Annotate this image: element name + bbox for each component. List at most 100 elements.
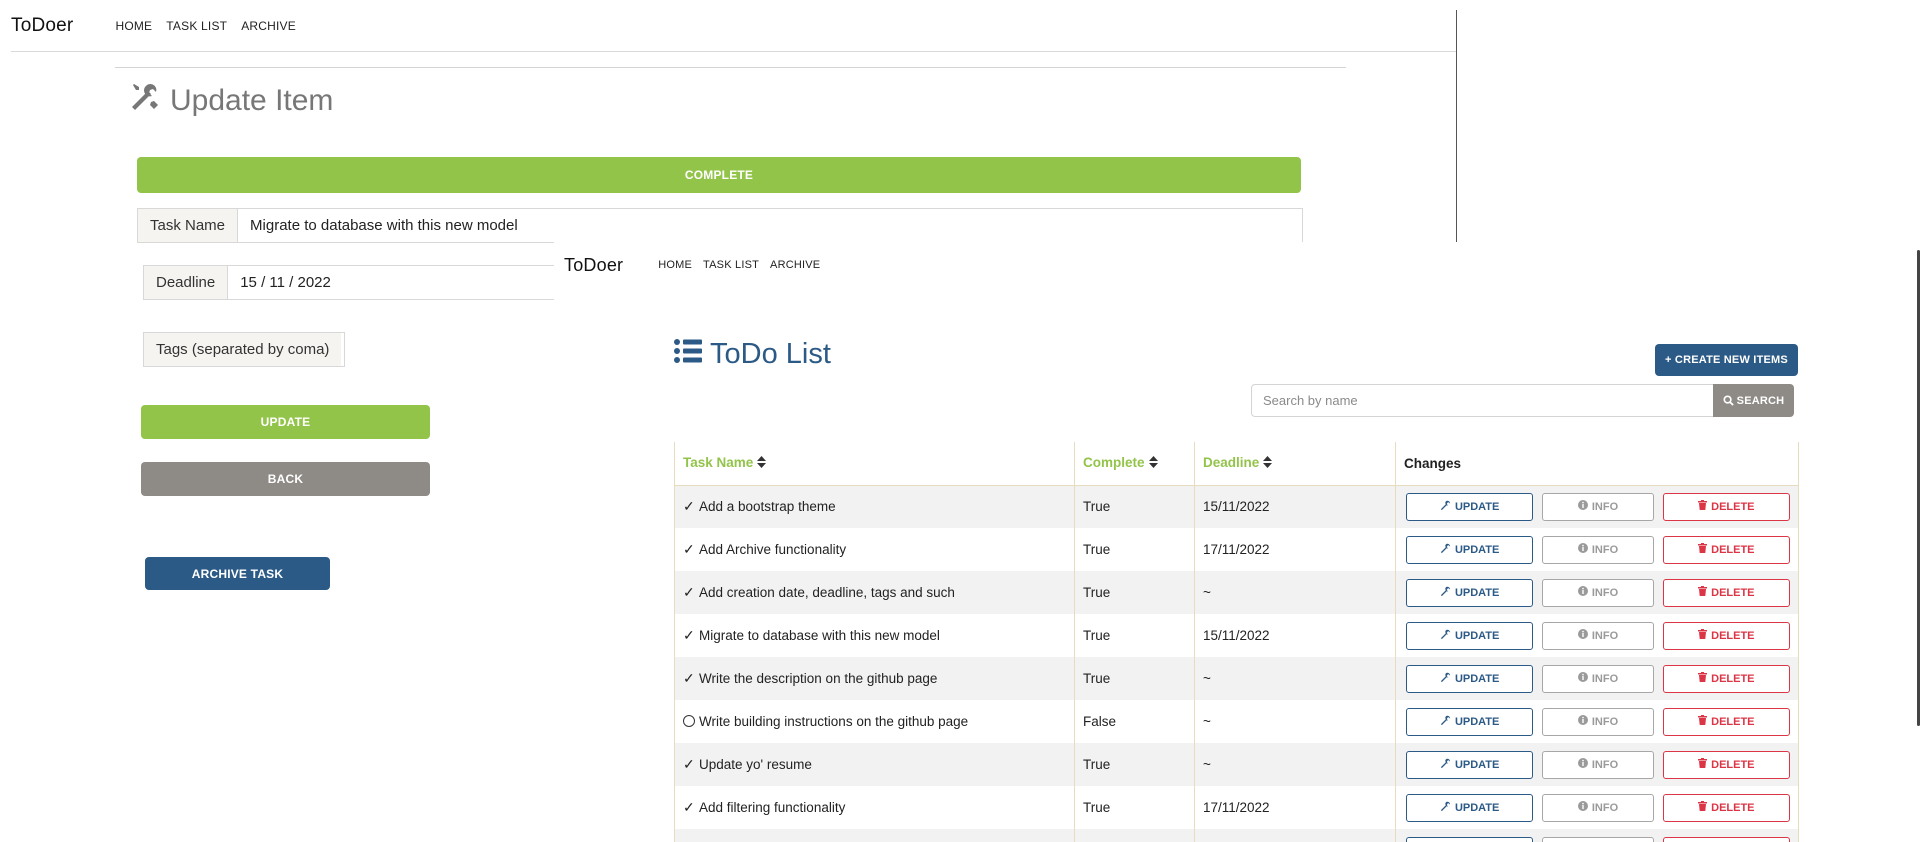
row-update-button[interactable]: UPDATE xyxy=(1406,621,1534,650)
trash-icon xyxy=(1698,543,1708,556)
search-input[interactable]: Search by name xyxy=(1251,384,1714,417)
nav-task-list[interactable]: TASK LIST xyxy=(703,259,759,271)
nav-archive[interactable]: ARCHIVE xyxy=(241,19,296,33)
row-info-button[interactable]: INFO xyxy=(1542,707,1654,736)
row-info-button[interactable]: INFO xyxy=(1542,750,1654,779)
info-icon xyxy=(1577,801,1588,814)
column-task-name[interactable]: Task Name xyxy=(674,442,1075,486)
row-delete-button[interactable]: DELETE xyxy=(1662,621,1790,650)
brand-logo[interactable]: ToDoer xyxy=(11,15,73,37)
sort-icon[interactable] xyxy=(1148,456,1158,471)
trash-icon xyxy=(1698,801,1708,814)
row-info-button[interactable]: INFO xyxy=(1542,578,1654,607)
check-icon: ✓ xyxy=(683,498,695,515)
row-delete-button[interactable]: DELETE xyxy=(1662,535,1790,564)
todo-page-title: ToDo List xyxy=(674,338,831,371)
search-button-label: SEARCH xyxy=(1736,394,1785,407)
row-update-button[interactable]: UPDATE xyxy=(1406,492,1534,521)
nav-archive[interactable]: ARCHIVE xyxy=(770,259,820,271)
update-button[interactable]: UPDATE xyxy=(141,405,430,439)
table-row: ✓update the creation page & add the dead… xyxy=(674,829,1799,842)
row-delete-button[interactable]: DELETE xyxy=(1662,578,1790,607)
check-icon: ✓ xyxy=(683,627,695,643)
task-name-label: Task Name xyxy=(138,209,239,242)
table-row: Write building instructions on the githu… xyxy=(674,700,1799,743)
changes-cell: UPDATE INFO DELETE xyxy=(1395,743,1799,786)
row-delete-button[interactable]: DELETE xyxy=(1662,492,1790,521)
column-complete[interactable]: Complete xyxy=(1074,442,1195,486)
complete-cell: False xyxy=(1074,700,1195,743)
changes-cell: UPDATE INFO DELETE xyxy=(1395,571,1799,614)
row-info-button[interactable]: INFO xyxy=(1542,793,1654,822)
list-icon xyxy=(674,338,702,371)
check-icon: ✓ xyxy=(683,584,695,600)
row-delete-button[interactable]: DELETE xyxy=(1662,836,1790,842)
task-name-input[interactable]: Migrate to database with this new model xyxy=(238,209,1302,242)
deadline-input[interactable]: 15 / 11 / 2022 xyxy=(228,266,554,299)
circle-icon xyxy=(683,715,695,727)
table-row: ✓ Update yo' resume True ~ UPDATE INFO DELETE xyxy=(674,743,1799,786)
changes-cell: UPDATE INFO DELETE xyxy=(1395,657,1799,700)
table-row: ✓ Add filtering functionality True 17/11/20… xyxy=(674,786,1799,829)
row-update-button[interactable]: UPDATE xyxy=(1406,578,1534,607)
search-button[interactable]: SEARCH xyxy=(1713,384,1794,417)
row-delete-button[interactable]: DELETE xyxy=(1662,750,1790,779)
task-name-cell: ✓ Update yo' resume xyxy=(674,743,1075,786)
task-name-cell: ✓ Add Archive functionality xyxy=(674,528,1075,571)
complete-cell: True xyxy=(1074,614,1195,657)
changes-cell: UPDATE INFO DELETE xyxy=(1395,829,1799,842)
task-name-text: Migrate to database with this new model xyxy=(699,628,940,643)
row-update-button[interactable]: UPDATE xyxy=(1406,707,1534,736)
row-info-button[interactable]: INFO xyxy=(1542,492,1654,521)
row-info-button[interactable]: INFO xyxy=(1542,535,1654,564)
trash-icon xyxy=(1698,715,1708,728)
wrench-icon xyxy=(1440,715,1451,729)
archive-task-button[interactable]: ARCHIVE TASK xyxy=(145,557,330,590)
row-delete-button[interactable]: DELETE xyxy=(1662,793,1790,822)
tags-label[interactable]: Tags (separated by coma) xyxy=(144,333,342,366)
wrench-icon xyxy=(1440,801,1451,815)
task-name-cell: ✓ Add creation date, deadline, tags and s… xyxy=(674,571,1075,614)
row-update-button[interactable]: UPDATE xyxy=(1406,535,1534,564)
row-update-button[interactable]: UPDATE xyxy=(1406,664,1534,693)
row-update-button[interactable]: UPDATE xyxy=(1406,793,1534,822)
task-name-cell: ✓ Migrate to database with this new model xyxy=(674,614,1075,657)
sort-icon[interactable] xyxy=(1263,456,1273,471)
row-delete-button[interactable]: DELETE xyxy=(1662,664,1790,693)
header-divider xyxy=(115,67,1346,68)
row-info-button[interactable]: INFO xyxy=(1542,664,1654,693)
complete-button[interactable]: COMPLETE xyxy=(137,157,1301,193)
row-update-button[interactable]: UPDATE xyxy=(1406,836,1534,842)
column-deadline[interactable]: Deadline xyxy=(1194,442,1396,486)
task-name-text: Write the description on the github page xyxy=(699,671,938,686)
create-new-items-button[interactable]: + CREATE NEW ITEMS xyxy=(1655,344,1798,376)
row-delete-button[interactable]: DELETE xyxy=(1662,707,1790,736)
todo-list-window: ToDoer HOME TASK LIST ARCHIVE ToDo List … xyxy=(554,242,1920,842)
info-icon xyxy=(1577,500,1588,513)
task-name-cell: ✓ Write the description on the github pag… xyxy=(674,657,1075,700)
nav-home[interactable]: HOME xyxy=(115,19,152,33)
deadline-cell: ~ xyxy=(1194,743,1396,786)
row-info-button[interactable]: INFO xyxy=(1542,621,1654,650)
list-navbar: ToDoer HOME TASK LIST ARCHIVE xyxy=(564,242,820,288)
trash-icon xyxy=(1698,586,1708,599)
search-icon xyxy=(1723,395,1734,406)
table-row: ✓ Add a bootstrap theme True 15/11/2022 UPDA… xyxy=(674,485,1799,528)
back-button[interactable]: BACK xyxy=(141,462,430,496)
check-icon: ✓ xyxy=(683,541,695,557)
wrench-icon xyxy=(1440,629,1451,643)
complete-cell: True xyxy=(1074,829,1195,842)
update-title-text: Update Item xyxy=(170,84,334,117)
changes-cell: UPDATE INFO DELETE xyxy=(1395,700,1799,743)
sort-icon[interactable] xyxy=(757,456,767,471)
wrench-icon xyxy=(1440,543,1451,557)
brand-logo[interactable]: ToDoer xyxy=(564,255,623,276)
nav-home[interactable]: HOME xyxy=(658,259,692,271)
changes-cell: UPDATE INFO DELETE xyxy=(1395,614,1799,657)
task-name-text: Add creation date, deadline, tags and su… xyxy=(699,585,955,600)
task-name-cell: ✓update the creation page & add the dead… xyxy=(674,829,1075,842)
row-info-button[interactable]: INFO xyxy=(1542,836,1654,842)
row-update-button[interactable]: UPDATE xyxy=(1406,750,1534,779)
window-edge-divider xyxy=(1456,10,1457,242)
nav-task-list[interactable]: TASK LIST xyxy=(166,19,227,33)
